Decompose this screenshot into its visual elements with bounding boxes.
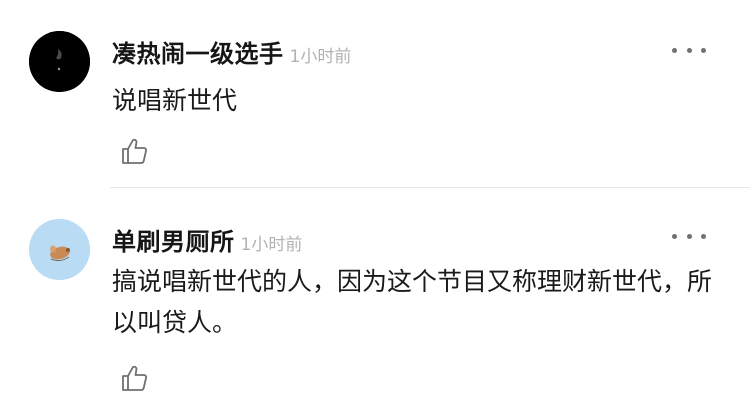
more-dot xyxy=(701,47,706,53)
more-dot xyxy=(672,47,677,53)
avatar-image xyxy=(29,219,90,280)
comment-item: 单刷男厕所 1小时前 搞说唱新世代的人，因为这个节目又称理财新世代，所以叫贷人。 xyxy=(0,189,750,416)
username-text[interactable]: 单刷男厕所 xyxy=(112,228,235,256)
more-dot xyxy=(686,47,692,53)
more-dot xyxy=(701,233,706,239)
more-icon[interactable] xyxy=(672,226,706,246)
more-dot xyxy=(672,233,677,239)
username[interactable]: 凑热闹一级选手 1小时前 xyxy=(112,34,351,69)
divider xyxy=(110,187,750,188)
like-button[interactable] xyxy=(119,362,151,394)
like-button[interactable] xyxy=(119,135,151,167)
avatar-image xyxy=(29,31,90,92)
avatar[interactable] xyxy=(29,31,90,92)
timestamp: 1小时前 xyxy=(240,235,303,255)
thumbs-up-icon xyxy=(122,365,147,391)
timestamp: 1小时前 xyxy=(289,47,352,67)
more-dot xyxy=(686,233,692,239)
comment-item: 凑热闹一级选手 1小时前 说唱新世代 xyxy=(0,0,750,188)
more-icon[interactable] xyxy=(672,40,706,60)
comment-text: 说唱新世代 xyxy=(112,86,238,115)
username[interactable]: 单刷男厕所 1小时前 xyxy=(112,222,302,257)
comment-text: 搞说唱新世代的人，因为这个节目又称理财新世代，所以叫贷人。 xyxy=(112,267,713,337)
thumbs-up-icon xyxy=(122,138,147,164)
username-text[interactable]: 凑热闹一级选手 xyxy=(112,40,284,68)
avatar[interactable] xyxy=(29,219,90,280)
